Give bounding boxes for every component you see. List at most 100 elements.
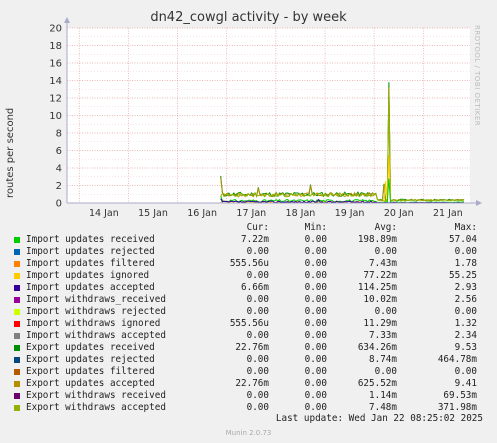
legend-max-value: 9.41: [454, 378, 477, 389]
legend-series-name: Import updates accepted: [26, 282, 155, 293]
legend-series-name: Export updates received: [26, 342, 155, 353]
legend-series-name: Import updates filtered: [26, 258, 155, 269]
legend-series-name: Import withdraws ignored: [26, 318, 161, 329]
legend-swatch: [14, 321, 20, 327]
legend-swatch: [14, 237, 20, 243]
legend-swatch: [14, 273, 20, 279]
legend-max-value: 2.34: [454, 330, 477, 341]
legend-row: Import withdraws ignored 555.56u 0.00 11.29…: [12, 318, 490, 330]
legend-avg-value: 77.22m: [363, 270, 397, 281]
legend-series-name: Import withdraws accepted: [26, 330, 166, 341]
legend-min-value: 0.00: [304, 270, 327, 281]
x-tick-label: 16 Jan: [187, 208, 217, 219]
legend-max-value: 1.32: [454, 318, 477, 329]
legend-swatch: [14, 261, 20, 267]
y-tick-label: 4: [56, 164, 62, 175]
legend-cur-value: 0.00: [246, 306, 269, 317]
legend-avg-value: 10.02m: [363, 294, 397, 305]
legend-swatch: [14, 393, 20, 399]
legend-swatch: [14, 405, 20, 411]
legend-cur-value: 0.00: [246, 390, 269, 401]
legend-cur-value: 555.56u: [229, 258, 269, 269]
legend-max-value: 55.25: [449, 270, 477, 281]
legend-series-name: Import withdraws rejected: [26, 306, 166, 317]
legend-table: Cur: Min: Avg: Max: Import updates recei…: [12, 222, 490, 414]
legend-max-value: 69.53m: [443, 390, 477, 401]
y-tick-label: 18: [49, 41, 62, 52]
legend-avg-value: 625.52m: [357, 378, 397, 389]
legend-series-name: Export updates rejected: [26, 354, 155, 365]
legend-min-value: 0.00: [304, 234, 327, 245]
x-tick-label: 15 Jan: [138, 208, 168, 219]
x-tick-label: 14 Jan: [89, 208, 119, 219]
legend-avg-value: 1.14m: [369, 390, 397, 401]
legend-min-value: 0.00: [304, 354, 327, 365]
legend-cur-value: 0.00: [246, 366, 269, 377]
legend-avg-value: 0.00: [374, 366, 397, 377]
legend-avg-value: 0.00: [374, 306, 397, 317]
legend-row: Import updates accepted 6.66m 0.00 114.25m 2…: [12, 282, 490, 294]
legend-swatch: [14, 369, 20, 375]
x-tick-label: 18 Jan: [286, 208, 316, 219]
legend-max-value: 57.04: [449, 234, 477, 245]
legend-row: Import updates received 7.22m 0.00 198.89m 5…: [12, 234, 490, 246]
legend-row: Export updates filtered 0.00 0.00 0.00 0.00: [12, 366, 490, 378]
y-tick-label: 10: [49, 111, 62, 122]
legend-series-name: Export updates filtered: [26, 366, 155, 377]
legend-cur-value: 0.00: [246, 402, 269, 413]
legend-series-name: Export updates accepted: [26, 378, 155, 389]
legend-cur-value: 555.56u: [229, 318, 269, 329]
legend-row: Export updates received 22.76m 0.00 634.26m…: [12, 342, 490, 354]
legend-avg-value: 7.43m: [369, 258, 397, 269]
legend-cur-value: 0.00: [246, 354, 269, 365]
legend-swatch: [14, 381, 20, 387]
legend-row: Import withdraws rejected 0.00 0.00 0.00 0.0…: [12, 306, 490, 318]
legend-cur-value: 22.76m: [235, 378, 269, 389]
x-tick-label: 20 Jan: [384, 208, 414, 219]
legend-max-value: 2.93: [454, 282, 477, 293]
legend-avg-value: 0.00: [374, 246, 397, 257]
legend-min-value: 0.00: [304, 342, 327, 353]
y-tick-label: 12: [49, 94, 62, 105]
legend-avg-value: 7.33m: [369, 330, 397, 341]
legend-max-value: 0.00: [454, 246, 477, 257]
y-axis-arrow: [64, 17, 70, 23]
legend-avg-value: 114.25m: [357, 282, 397, 293]
legend-swatch: [14, 249, 20, 255]
x-axis-arrow: [476, 200, 482, 206]
last-update-text: Last update: Wed Jan 22 08:25:02 2025: [275, 413, 483, 424]
legend-swatch: [14, 297, 20, 303]
legend-cur-value: 7.22m: [241, 234, 269, 245]
legend-avg-value: 634.26m: [357, 342, 397, 353]
legend-row: Import withdraws_received 0.00 0.00 10.02m 2…: [12, 294, 490, 306]
legend-max-value: 0.00: [454, 306, 477, 317]
col-header-cur: Cur:: [246, 222, 269, 233]
legend-swatch: [14, 333, 20, 339]
munin-version: Munin 2.0.73: [225, 429, 272, 437]
legend-swatch: [14, 285, 20, 291]
legend-series-name: Import withdraws_received: [26, 294, 166, 305]
y-tick-label: 8: [56, 129, 62, 140]
legend-cur-value: 6.66m: [241, 282, 269, 293]
legend-swatch: [14, 357, 20, 363]
legend-min-value: 0.00: [304, 390, 327, 401]
legend-max-value: 464.78m: [437, 354, 477, 365]
legend-max-value: 0.00: [454, 366, 477, 377]
legend-max-value: 1.78: [454, 258, 477, 269]
legend-min-value: 0.00: [304, 258, 327, 269]
y-tick-label: 6: [56, 146, 62, 157]
legend-avg-value: 8.74m: [369, 354, 397, 365]
legend-row: Export withdraws received 0.00 0.00 1.14m 69…: [12, 390, 490, 402]
legend-row: Import updates filtered 555.56u 0.00 7.43m 1…: [12, 258, 490, 270]
y-tick-label: 20: [49, 24, 62, 35]
legend-swatch: [14, 309, 20, 315]
legend-cur-value: 0.00: [246, 246, 269, 257]
legend-min-value: 0.00: [304, 294, 327, 305]
legend-series-name: Export withdraws accepted: [26, 402, 166, 413]
col-header-avg: Avg:: [374, 222, 397, 233]
legend-min-value: 0.00: [304, 318, 327, 329]
y-tick-label: 16: [49, 59, 62, 70]
col-header-min: Min:: [304, 222, 327, 233]
legend-row: Export updates accepted 22.76m 0.00 625.52m…: [12, 378, 490, 390]
legend-max-value: 2.56: [454, 294, 477, 305]
